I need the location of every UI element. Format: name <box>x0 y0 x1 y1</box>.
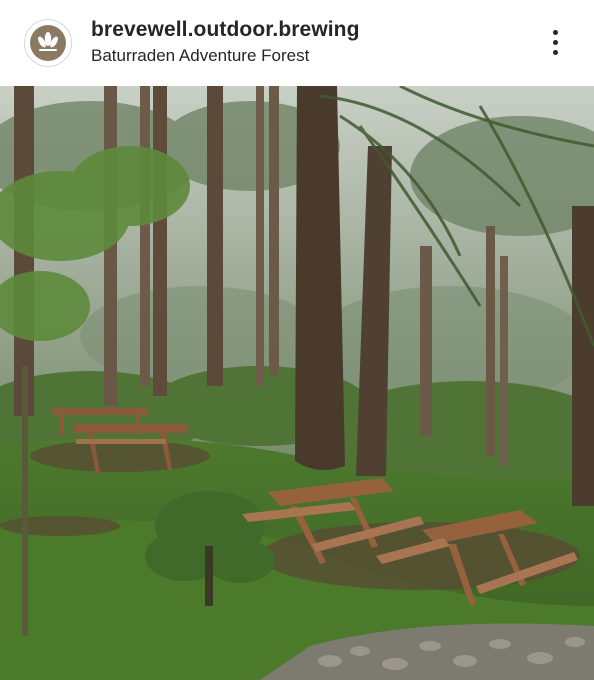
post-location[interactable]: Baturraden Adventure Forest <box>91 46 309 66</box>
profile-avatar[interactable] <box>24 19 72 67</box>
dot <box>553 30 558 35</box>
forest-picnic-photo <box>0 86 594 680</box>
more-options-icon[interactable] <box>538 25 572 59</box>
leaf-logo-icon <box>30 25 66 61</box>
post-header: brevewell.outdoor.brewing Baturraden Adv… <box>0 0 594 86</box>
post-username[interactable]: brevewell.outdoor.brewing <box>91 18 360 42</box>
post-photo[interactable] <box>0 86 594 680</box>
dot <box>553 50 558 55</box>
dot <box>553 40 558 45</box>
